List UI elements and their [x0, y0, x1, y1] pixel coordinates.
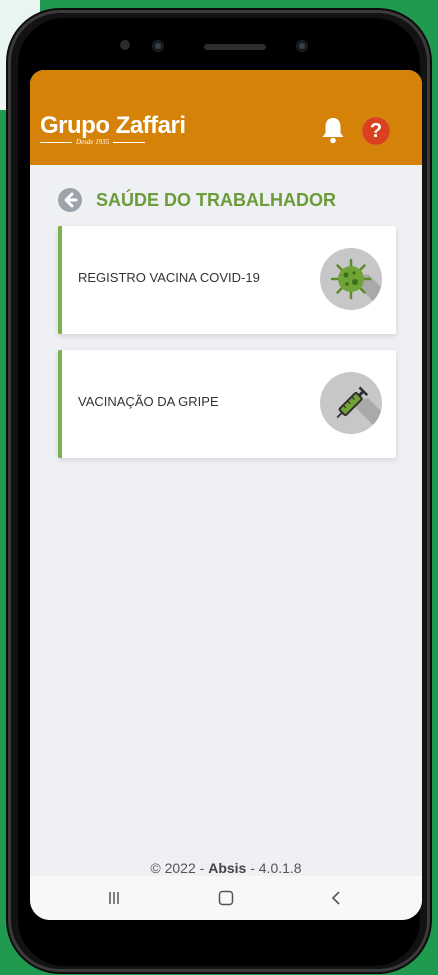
front-camera	[152, 40, 164, 52]
virus-icon	[320, 248, 382, 310]
logo-line-left	[40, 141, 72, 143]
help-icon[interactable]: ?	[362, 117, 390, 145]
footer-version: - 4.0.1.8	[246, 860, 302, 876]
proximity-sensor	[296, 40, 308, 52]
page-title: SAÚDE DO TRABALHADOR	[96, 189, 336, 210]
logo-text: Grupo Zaffari	[40, 112, 186, 139]
bell-icon[interactable]	[320, 116, 346, 144]
card-covid-vaccine-registry[interactable]: REGISTRO VACINA COVID-19	[58, 226, 396, 334]
syringe-icon	[320, 372, 382, 434]
recent-apps-icon[interactable]	[104, 888, 124, 908]
card-flu-vaccination[interactable]: VACINAÇÃO DA GRIPE	[58, 350, 396, 458]
android-navigation-bar	[30, 876, 422, 920]
logo-line-right	[113, 141, 146, 143]
back-nav-icon[interactable]	[326, 888, 346, 908]
app-screen: Grupo Zaffari Desde 1935 ? SAÚDE DO TRAB…	[30, 70, 422, 920]
back-arrow-icon[interactable]	[58, 188, 82, 212]
home-icon[interactable]	[216, 888, 236, 908]
card-label: REGISTRO VACINA COVID-19	[78, 270, 260, 285]
app-footer: © 2022 - Absis - 4.0.1.8	[30, 860, 422, 876]
help-glyph: ?	[362, 117, 390, 145]
logo-since: Desde 1935	[76, 138, 110, 146]
card-label: VACINAÇÃO DA GRIPE	[78, 394, 219, 409]
section-header: SAÚDE DO TRABALHADOR	[58, 188, 336, 212]
earpiece-speaker	[204, 44, 266, 50]
grupo-zaffari-logo: Grupo Zaffari Desde 1935	[40, 112, 186, 146]
sensor-dot	[120, 40, 130, 50]
footer-prefix: © 2022 -	[150, 860, 209, 876]
footer-brand: Absis	[208, 860, 247, 876]
app-header: Grupo Zaffari Desde 1935 ?	[30, 70, 422, 165]
